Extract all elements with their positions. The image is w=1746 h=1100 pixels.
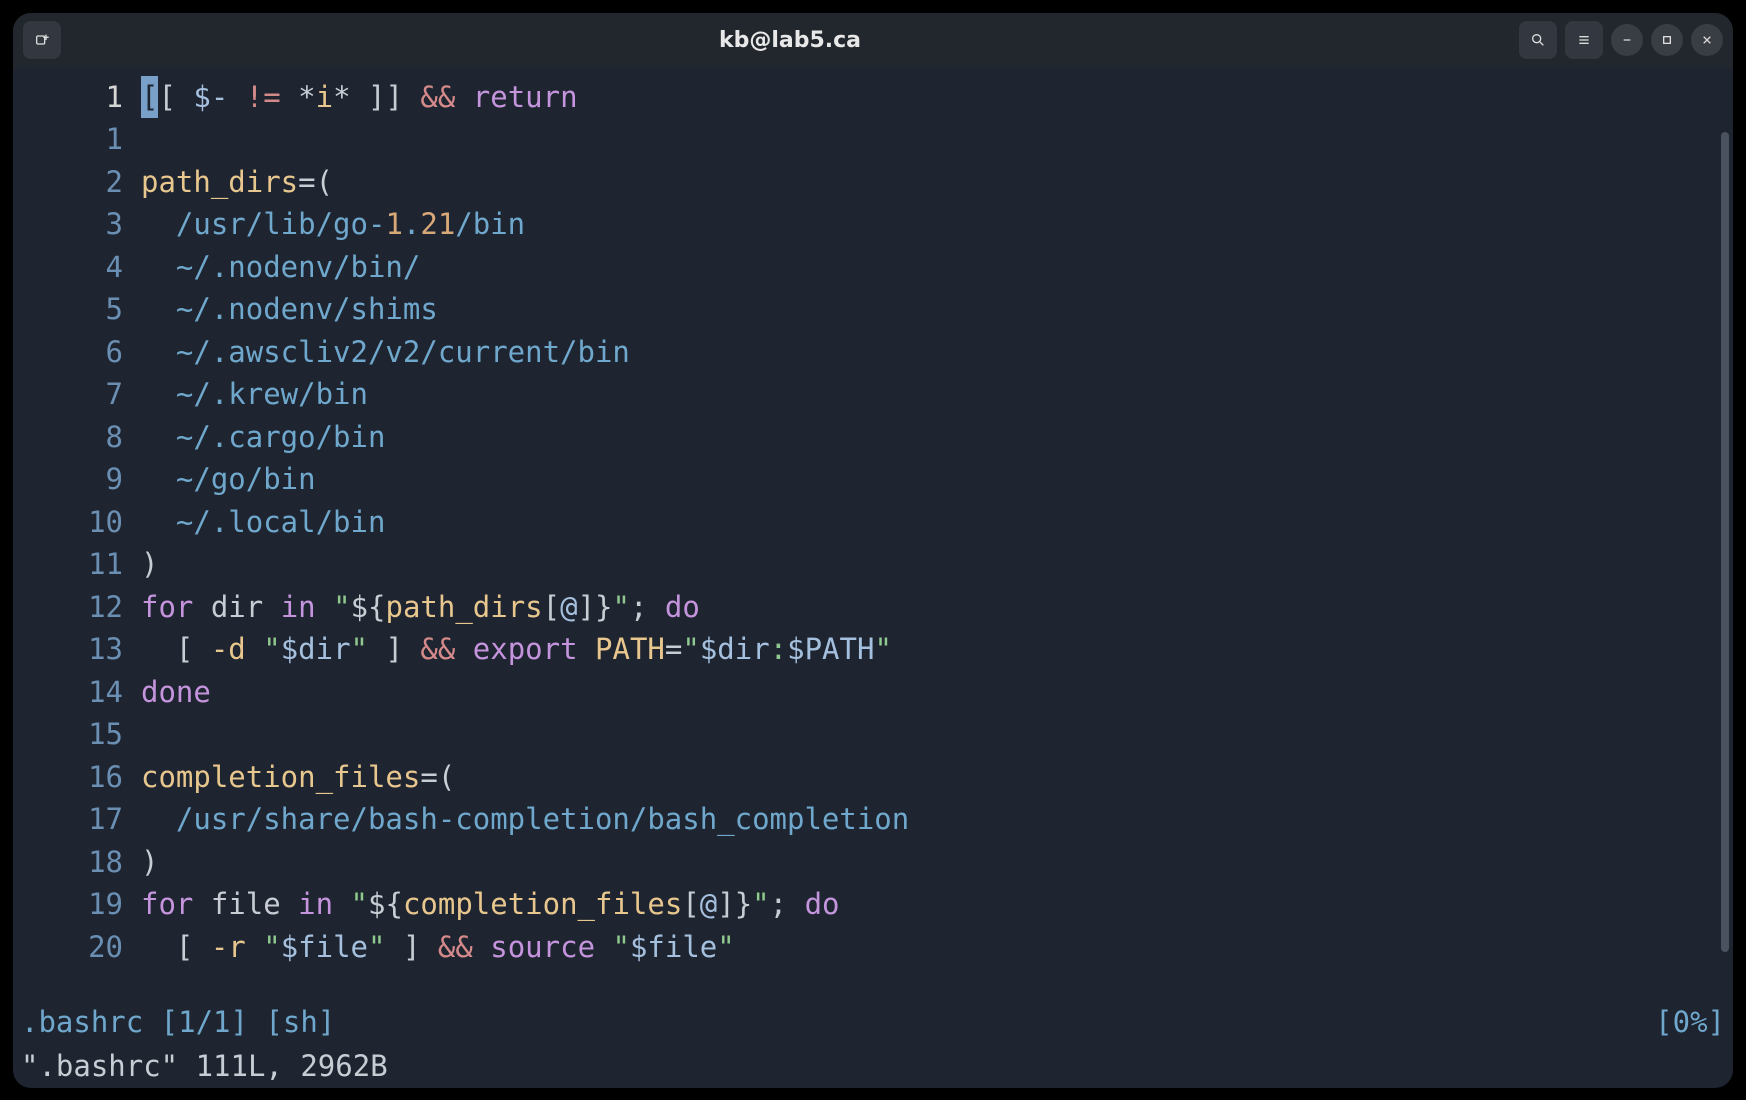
editor-area[interactable]: 11234567891011121314151617181920 [[ $- !…: [13, 68, 1733, 1000]
command-line: ".bashrc" 111L, 2962B: [13, 1044, 1733, 1088]
close-button[interactable]: [1691, 24, 1723, 56]
status-left: .bashrc [1/1] [sh]: [21, 1005, 335, 1039]
window-title: kb@lab5.ca: [61, 28, 1519, 53]
menu-button[interactable]: [1565, 21, 1603, 59]
search-button[interactable]: [1519, 21, 1557, 59]
maximize-button[interactable]: [1651, 24, 1683, 56]
command-line-text: ".bashrc" 111L, 2962B: [21, 1049, 388, 1083]
terminal-window: kb@lab5.ca 11234567891011121314151617181…: [13, 13, 1733, 1088]
titlebar: kb@lab5.ca: [13, 13, 1733, 68]
scrollbar[interactable]: [1721, 132, 1729, 952]
minimize-button[interactable]: [1611, 24, 1643, 56]
status-right: [0%]: [1655, 1005, 1725, 1039]
new-tab-button[interactable]: [23, 21, 61, 59]
code-content[interactable]: [[ $- != *i* ]] && return path_dirs=( /u…: [141, 68, 1733, 1000]
line-number-gutter: 11234567891011121314151617181920: [13, 68, 141, 1000]
status-bar: .bashrc [1/1] [sh] [0%]: [13, 1000, 1733, 1044]
